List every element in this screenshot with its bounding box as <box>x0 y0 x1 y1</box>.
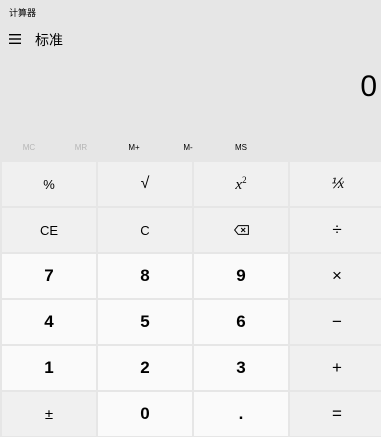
add-button[interactable]: + <box>290 346 381 390</box>
memory-add-button[interactable]: M+ <box>126 143 142 152</box>
multiply-label: × <box>332 266 342 285</box>
square-exponent-label: 2 <box>242 174 247 185</box>
memory-store-button[interactable]: MS <box>233 143 249 152</box>
equals-button[interactable]: = <box>290 392 381 436</box>
digit-5-label: 5 <box>140 312 150 331</box>
subtract-label: − <box>332 312 342 331</box>
backspace-button[interactable] <box>194 208 288 252</box>
header: 标准 <box>0 26 381 56</box>
percent-button[interactable]: % <box>2 162 96 206</box>
digit-9-label: 9 <box>236 266 246 285</box>
clear-entry-button[interactable]: CE <box>2 208 96 252</box>
memory-recall-button[interactable]: MR <box>73 143 89 152</box>
digit-3-button[interactable]: 3 <box>194 346 288 390</box>
keypad: % √ x2 ⅟x CE C ÷ 7 8 9 × 4 5 6 − 1 2 3 +… <box>2 162 381 436</box>
digit-1-button[interactable]: 1 <box>2 346 96 390</box>
digit-0-label: 0 <box>140 404 150 423</box>
digit-0-button[interactable]: 0 <box>98 392 192 436</box>
digit-4-label: 4 <box>44 312 54 331</box>
digit-4-button[interactable]: 4 <box>2 300 96 344</box>
hamburger-menu-icon <box>9 34 21 44</box>
digit-8-label: 8 <box>140 266 150 285</box>
clear-button[interactable]: C <box>98 208 192 252</box>
digit-8-button[interactable]: 8 <box>98 254 192 298</box>
digit-3-label: 3 <box>236 358 246 377</box>
divide-label: ÷ <box>332 220 342 239</box>
memory-subtract-button[interactable]: M- <box>180 143 196 152</box>
reciprocal-label: ⅟x <box>329 176 345 192</box>
decimal-point-label: . <box>238 404 244 423</box>
digit-9-button[interactable]: 9 <box>194 254 288 298</box>
clear-label: C <box>140 222 150 238</box>
result-display: 0 <box>360 70 377 103</box>
digit-2-button[interactable]: 2 <box>98 346 192 390</box>
multiply-button[interactable]: × <box>290 254 381 298</box>
reciprocal-button[interactable]: ⅟x <box>290 162 381 206</box>
navigation-menu-button[interactable] <box>4 28 26 50</box>
mode-title: 标准 <box>35 33 63 49</box>
window-title: 计算器 <box>9 9 37 19</box>
clear-entry-label: CE <box>39 222 59 238</box>
backspace-icon <box>233 225 249 235</box>
percent-label: % <box>43 176 55 192</box>
digit-2-label: 2 <box>140 358 150 377</box>
subtract-button[interactable]: − <box>290 300 381 344</box>
square-root-button[interactable]: √ <box>98 162 192 206</box>
square-root-label: √ <box>140 175 150 192</box>
decimal-point-button[interactable]: . <box>194 392 288 436</box>
digit-7-button[interactable]: 7 <box>2 254 96 298</box>
negate-label: ± <box>44 405 54 423</box>
digit-6-label: 6 <box>236 312 246 331</box>
digit-5-button[interactable]: 5 <box>98 300 192 344</box>
equals-label: = <box>332 404 342 423</box>
memory-row: MC MR M+ M- MS <box>0 138 381 160</box>
divide-button[interactable]: ÷ <box>290 208 381 252</box>
memory-clear-button[interactable]: MC <box>21 143 37 152</box>
negate-button[interactable]: ± <box>2 392 96 436</box>
digit-1-label: 1 <box>44 358 54 377</box>
square-button[interactable]: x2 <box>194 162 288 206</box>
digit-6-button[interactable]: 6 <box>194 300 288 344</box>
add-label: + <box>332 358 342 377</box>
title-bar: 计算器 <box>0 0 381 26</box>
digit-7-label: 7 <box>44 266 54 285</box>
